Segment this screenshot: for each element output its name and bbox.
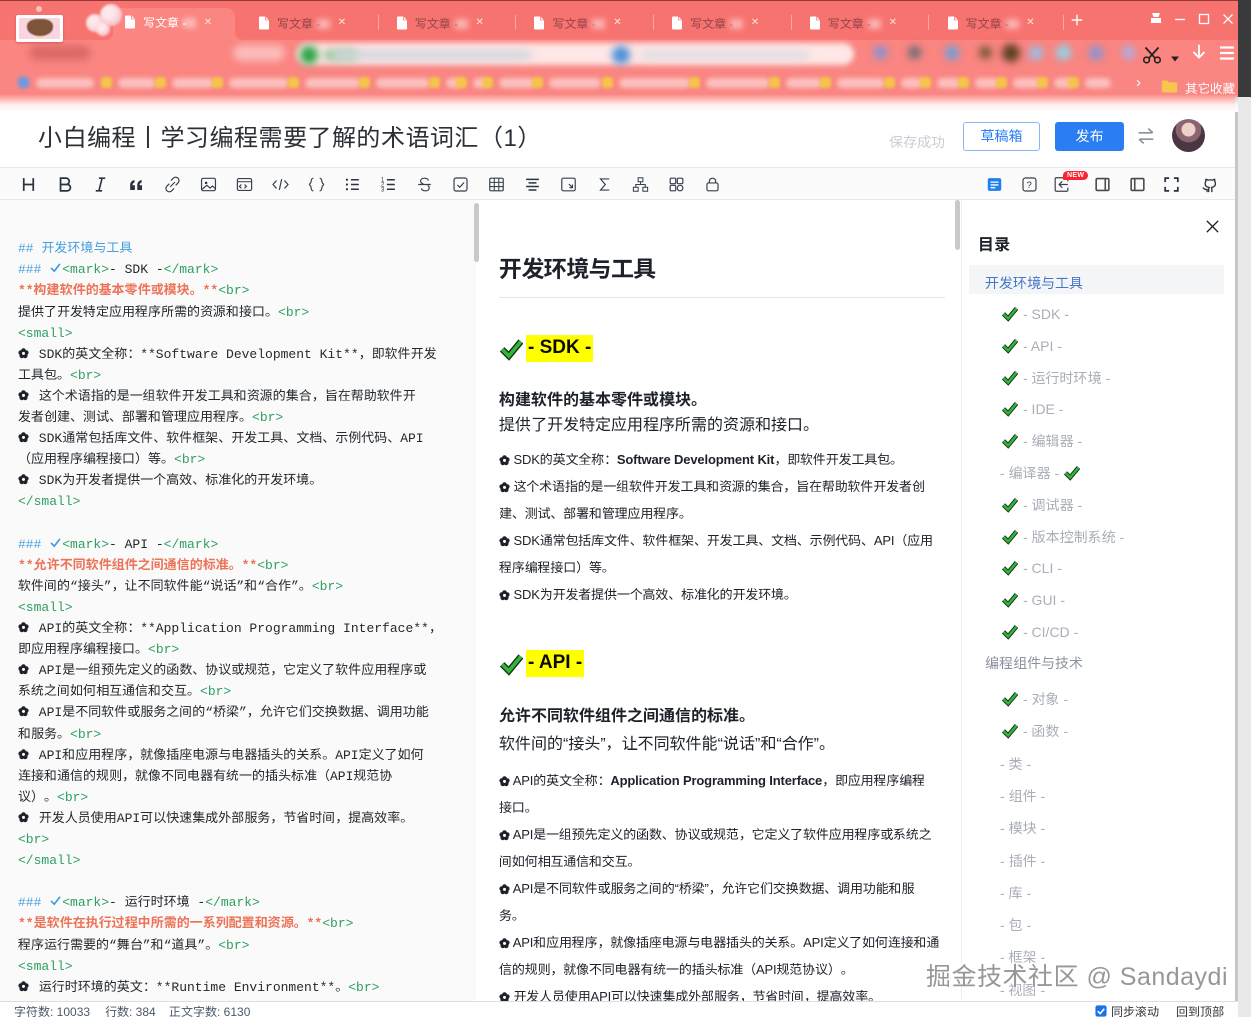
- svg-text:?: ?: [1026, 180, 1031, 191]
- svg-text:3: 3: [380, 188, 384, 194]
